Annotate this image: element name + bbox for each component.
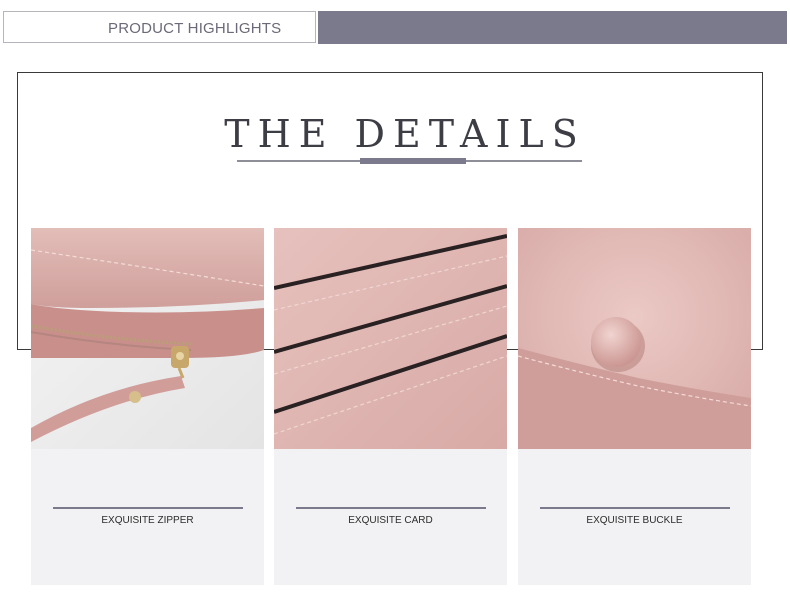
card-label: EXQUISITE BUCKLE (586, 515, 683, 526)
section-header-title: PRODUCT HIGHLIGHTS (108, 20, 282, 37)
wallet-zipper-photo (31, 228, 264, 449)
section-header-tab: PRODUCT HIGHLIGHTS (3, 11, 316, 43)
wallet-button-buckle-photo (518, 228, 751, 449)
detail-card-buckle: EXQUISITE BUCKLE (518, 228, 751, 585)
card-divider (296, 507, 486, 509)
card-divider (540, 507, 730, 509)
title-underline-accent (360, 158, 466, 164)
details-title: THE DETAILS (224, 112, 586, 156)
card-divider (53, 507, 243, 509)
detail-card-slots: EXQUISITE CARD (274, 228, 507, 585)
section-header-accent-bar (318, 11, 787, 44)
wallet-card-slots-photo (274, 228, 507, 449)
card-label: EXQUISITE ZIPPER (101, 515, 194, 526)
card-label: EXQUISITE CARD (348, 515, 433, 526)
detail-card-zipper: EXQUISITE ZIPPER (31, 228, 264, 585)
